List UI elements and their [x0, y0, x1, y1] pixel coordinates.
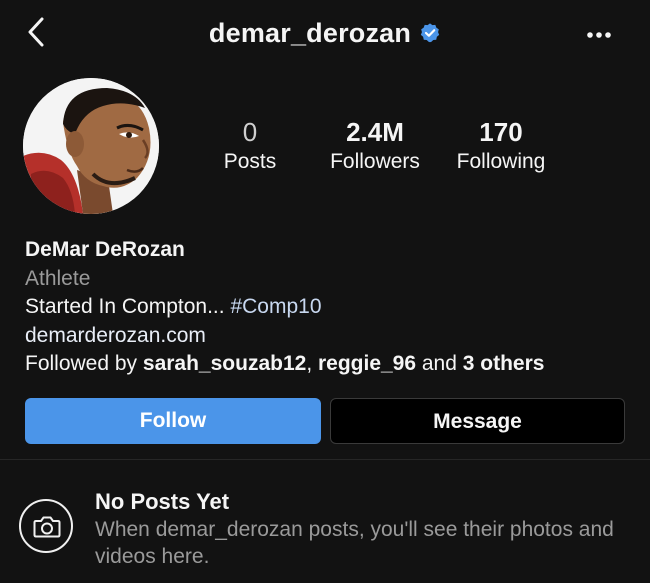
bio-text: Started In Compton... #Comp10: [25, 293, 635, 322]
profile-avatar[interactable]: [23, 78, 159, 214]
mutual-follower-1[interactable]: sarah_souzab12: [143, 352, 306, 375]
more-horizontal-icon: [587, 32, 611, 38]
profile-header: demar_derozan: [0, 0, 650, 70]
followers-count: 2.4M: [346, 117, 404, 147]
followed-by-prefix: Followed by: [25, 352, 143, 375]
display-name: DeMar DeRozan: [25, 238, 185, 261]
following-stat[interactable]: 170 Following: [447, 116, 555, 176]
mutual-followers-others[interactable]: 3 others: [463, 352, 545, 375]
empty-state-title: No Posts Yet: [95, 489, 230, 514]
header-title: demar_derozan: [0, 18, 650, 49]
profile-username: demar_derozan: [208, 18, 412, 48]
empty-state-message: When demar_derozan posts, you'll see the…: [95, 518, 614, 568]
empty-state-icon-circle: [19, 499, 73, 553]
camera-icon: [33, 516, 61, 538]
posts-label: Posts: [223, 150, 277, 173]
follow-button[interactable]: Follow: [25, 398, 321, 444]
posts-count: 0: [242, 117, 258, 147]
avatar-illustration: [23, 78, 159, 214]
posts-stat[interactable]: 0 Posts: [214, 116, 286, 176]
section-divider: [0, 459, 650, 460]
profile-bio: DeMar DeRozan Athlete Started In Compton…: [25, 236, 635, 379]
followed-by-and: and: [416, 352, 463, 375]
followers-label: Followers: [330, 150, 420, 173]
following-count: 170: [479, 117, 523, 147]
bio-text-prefix: Started In Compton...: [25, 295, 231, 318]
profile-category: Athlete: [25, 266, 91, 290]
followed-by: Followed by sarah_souzab12, reggie_96 an…: [25, 350, 635, 379]
verified-badge-icon: [420, 23, 440, 43]
more-options-button[interactable]: [586, 25, 612, 45]
profile-screen: demar_derozan 0 Posts 2.4M Followers 170…: [0, 0, 650, 583]
mutual-follower-2[interactable]: reggie_96: [318, 352, 416, 375]
followed-by-separator: ,: [306, 352, 318, 375]
message-button[interactable]: Message: [330, 398, 625, 444]
website-link[interactable]: demarderozan.com: [25, 322, 635, 351]
followers-stat[interactable]: 2.4M Followers: [320, 116, 430, 176]
following-label: Following: [456, 150, 546, 173]
bio-hashtag[interactable]: #Comp10: [230, 295, 321, 318]
